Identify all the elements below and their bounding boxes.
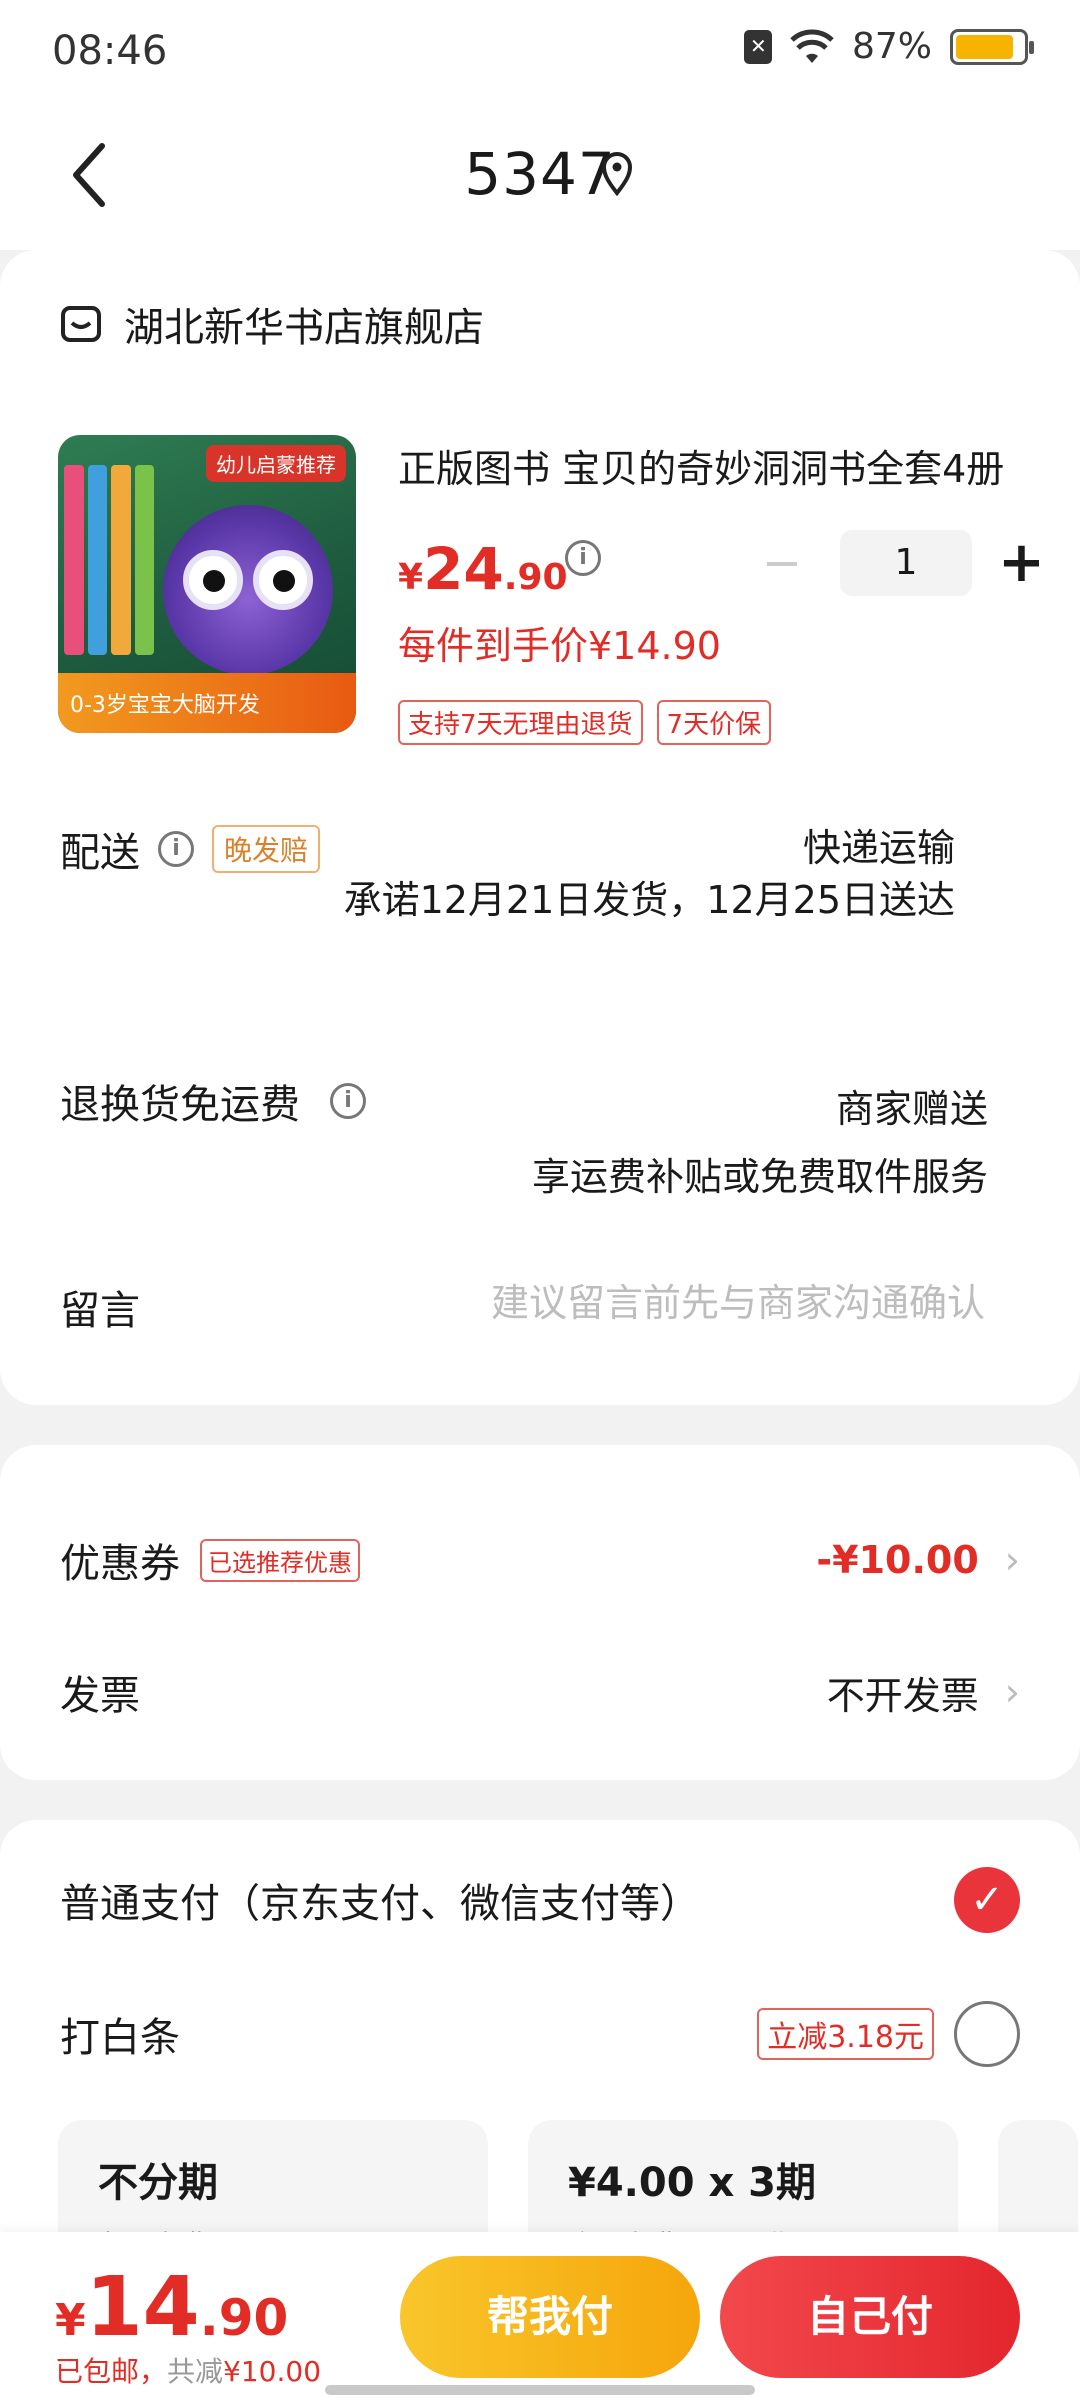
shop-name: 湖北新华书店旗舰店 <box>124 305 484 351</box>
home-indicator[interactable] <box>325 2385 755 2395</box>
help-pay-button[interactable]: 帮我付 <box>400 2256 700 2378</box>
status-bar: 08:46 87% <box>0 0 1080 100</box>
book-spines-graphic <box>64 465 154 655</box>
delivery-row: 配送 i 晚发赔 <box>60 820 321 878</box>
message-input[interactable] <box>380 1268 985 1338</box>
total-note: 已包邮，共减¥10.00 <box>55 2355 322 2388</box>
discount-card: 优惠券 已选推荐优惠 -¥10.00 › 发票 不开发票 › <box>0 1445 1080 1780</box>
product-image[interactable]: 幼儿启蒙推荐 0-3岁宝宝大脑开发 <box>58 435 356 733</box>
payment-baitiao-label: 打白条 <box>60 2015 180 2061</box>
return-shipping-label: 退换货免运费 <box>60 1082 300 1128</box>
product-image-footer: 0-3岁宝宝大脑开发 <box>58 673 356 733</box>
return-shipping-value: 商家赠送 <box>835 1087 988 1131</box>
no-sim-icon <box>743 29 772 64</box>
delivery-info-icon[interactable]: i <box>158 831 194 867</box>
price-info-icon[interactable]: i <box>565 540 601 576</box>
payment-option-normal[interactable]: 普通支付（京东支付、微信支付等） ✓ <box>60 1860 1020 1940</box>
battery-icon <box>950 28 1034 65</box>
delivery-label: 配送 <box>60 830 140 876</box>
product-title[interactable]: 正版图书 宝贝的奇妙洞洞书全套4册 <box>398 438 1018 493</box>
delivery-promise: 承诺12月21日发货，12月25日送达 <box>343 878 955 922</box>
self-pay-button[interactable]: 自己付 <box>720 2256 1020 2378</box>
product-image-caption: 幼儿启蒙推荐 <box>206 445 346 482</box>
order-card: 湖北新华书店旗舰店 幼儿启蒙推荐 0-3岁宝宝大脑开发 正版图书 宝贝的奇妙洞洞… <box>0 250 1080 1405</box>
return-info-icon[interactable]: i <box>330 1083 366 1119</box>
checkout-footer: ¥14.90 已包邮，共减¥10.00 帮我付 自己付 <box>0 2232 1080 2400</box>
chevron-right-icon: › <box>1004 1670 1020 1714</box>
price-protect-tag: 7天价保 <box>656 700 772 745</box>
page-title: 5347 <box>464 140 616 208</box>
return-policy-tag: 支持7天无理由退货 <box>398 700 643 745</box>
return-shipping-details: 商家赠送 享运费补贴或免费取件服务 <box>532 1075 988 1211</box>
battery-percent: 87% <box>851 26 932 67</box>
plan-title: ¥4.00 x 3期 <box>568 2160 817 2206</box>
coupon-selected-tag: 已选推荐优惠 <box>200 1538 360 1582</box>
return-shipping-desc: 享运费补贴或免费取件服务 <box>531 1155 988 1199</box>
nav-header: 5347 <box>0 100 1080 250</box>
chevron-right-icon: › <box>1004 1538 1020 1582</box>
quantity-stepper: − 1 + <box>760 530 1045 596</box>
payment-normal-label: 普通支付（京东支付、微信支付等） <box>60 1881 700 1927</box>
checkmark-icon[interactable]: ✓ <box>954 1867 1020 1933</box>
coupon-row[interactable]: 优惠券 已选推荐优惠 -¥10.00 › <box>60 1525 1020 1595</box>
service-tags: 支持7天无理由退货 7天价保 <box>398 700 772 745</box>
invoice-row[interactable]: 发票 不开发票 › <box>60 1657 1020 1727</box>
location-pin-icon[interactable] <box>600 152 634 196</box>
delivery-details[interactable]: 快递运输 承诺12月21日发货，12月25日送达 <box>335 822 955 926</box>
baitiao-discount-tag: 立减3.18元 <box>757 2008 934 2060</box>
invoice-label: 发票 <box>60 1673 140 1719</box>
message-label: 留言 <box>60 1288 140 1334</box>
invoice-value: 不开发票 <box>826 1673 979 1718</box>
decrease-button[interactable]: − <box>760 539 804 587</box>
coupon-value: -¥10.00 <box>816 1538 979 1582</box>
increase-button[interactable]: + <box>998 535 1045 591</box>
quantity-value[interactable]: 1 <box>840 530 972 596</box>
unit-price: 每件到手价¥14.90 <box>398 624 721 668</box>
owl-illustration <box>163 505 333 675</box>
total-price: ¥14.90 <box>55 2260 289 2355</box>
payment-option-baitiao[interactable]: 打白条 立减3.18元 <box>60 1994 1020 2074</box>
wifi-icon <box>790 29 834 63</box>
late-compensation-badge: 晚发赔 <box>212 825 321 873</box>
plan-title: 不分期 <box>98 2160 218 2206</box>
product-price: ¥24.90 <box>398 535 568 603</box>
delivery-method: 快递运输 <box>802 826 955 870</box>
shop-header[interactable]: 湖北新华书店旗舰店 <box>60 295 484 353</box>
coupon-label: 优惠券 <box>60 1541 180 1587</box>
shop-icon <box>61 306 101 342</box>
status-time: 08:46 <box>52 28 168 74</box>
return-shipping-row: 退换货免运费 i <box>60 1072 366 1130</box>
radio-unchecked-icon[interactable] <box>954 2001 1020 2067</box>
